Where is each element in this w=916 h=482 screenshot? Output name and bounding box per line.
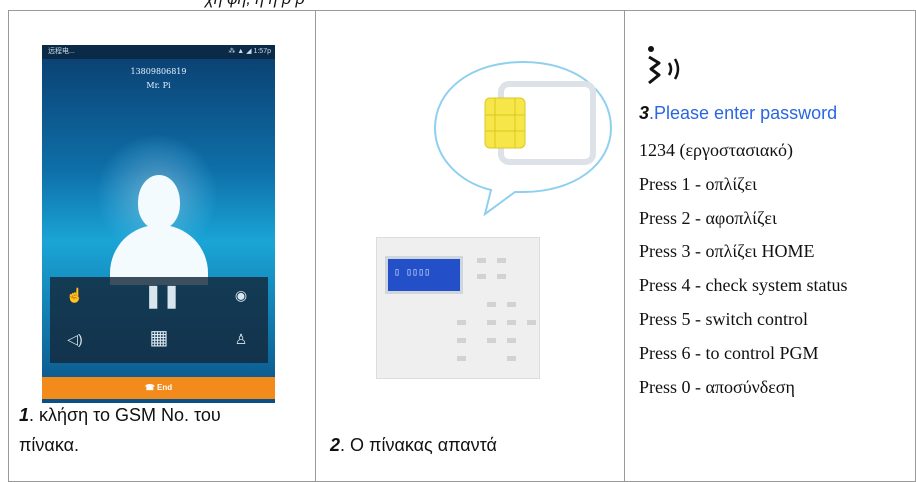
command-list: 1234 (εργοστασιακό) Press 1 - οπλίζει Pr… (639, 134, 847, 404)
panel-key (497, 258, 506, 263)
command-line: Press 2 - αφοπλίζει (639, 207, 777, 228)
phone-status-bar: 远程电... ⁂ ▲ ◢ 1:57p (42, 45, 275, 59)
step-1-caption-line1: 1. κλήση το GSM No. του (19, 402, 221, 429)
panel-key (497, 274, 506, 279)
command-line: Press 0 - αποσύνδεση (639, 376, 795, 397)
alarm-panel-image: ▯ ▯▯▯▯ (376, 237, 540, 379)
panel-key (487, 302, 496, 307)
panel-lcd: ▯ ▯▯▯▯ (385, 256, 463, 294)
add-call-icon[interactable]: ☝ (60, 287, 90, 304)
password-prompt: 3.Please enter password (639, 103, 837, 124)
step-1-caption-line2: πίνακα. (19, 435, 80, 455)
panel-key (507, 338, 516, 343)
command-line: 1234 (εργοστασιακό) (639, 140, 794, 160)
command-line: Press 6 - to control PGM (639, 342, 819, 363)
command-line: Press 4 - check system status (639, 275, 848, 296)
lcd-text: ▯ ▯▯▯▯ (394, 267, 431, 278)
status-carrier: 远程电... (48, 48, 75, 55)
step-1-cell: 远程电... ⁂ ▲ ◢ 1:57p 13809806819 Mr. Pi ☝ … (8, 10, 316, 482)
panel-key (477, 258, 486, 263)
panel-key (487, 338, 496, 343)
panel-key (507, 320, 516, 325)
end-call-button[interactable]: ☎ End (42, 377, 275, 399)
step-2-number: 2 (330, 435, 341, 455)
cut-off-heading: χη φή, ή ή ρ ρ (205, 0, 305, 9)
command-line: Press 1 - οπλίζει (639, 173, 758, 194)
panel-key (477, 274, 486, 279)
step-2-caption: 2. Ο πίνακας απαντά (330, 435, 497, 456)
panel-key (507, 302, 516, 307)
step-1-number: 1 (19, 405, 30, 425)
step-2-cell: ▯ ▯▯▯▯ 2. Ο πίνακας απαντά (315, 10, 625, 482)
instruction-table: 远程电... ⁂ ▲ ◢ 1:57p 13809806819 Mr. Pi ☝ … (8, 10, 916, 482)
speech-bubble-sim-icon (433, 60, 613, 217)
caller-name: Mr. Pi (146, 81, 171, 90)
command-line: Press 5 - switch control (639, 308, 808, 329)
keypad-icon[interactable]: ▦ (144, 325, 174, 350)
panel-key (487, 320, 496, 325)
contacts-icon[interactable]: ♙ (226, 331, 256, 348)
pause-icon[interactable]: ❚❚ (144, 283, 181, 309)
status-icons: ⁂ ▲ ◢ 1:57p (228, 48, 271, 55)
speaking-head-icon (648, 46, 680, 85)
speaker-icon[interactable]: ◁) (60, 331, 90, 348)
step-3-number: 3 (639, 103, 650, 123)
step-1-text: . κλήση το GSM No. του (29, 405, 221, 425)
password-prompt-text: .Please enter password (649, 103, 838, 123)
panel-key (457, 356, 466, 361)
step-2-text: . Ο πίνακας απαντά (340, 435, 497, 455)
avatar-head (138, 175, 180, 229)
caller-number: 13809806819 (130, 67, 187, 76)
call-controls-panel: ☝ ❚❚ ◉ ◁) ▦ ♙ (50, 277, 268, 363)
phone-call-screenshot: 远程电... ⁂ ▲ ◢ 1:57p 13809806819 Mr. Pi ☝ … (42, 45, 275, 403)
record-icon[interactable]: ◉ (226, 287, 256, 304)
panel-key (457, 320, 466, 325)
panel-key (527, 320, 536, 325)
panel-key (457, 338, 466, 343)
step-3-cell: 3.Please enter password 1234 (εργοστασια… (624, 10, 916, 482)
command-line: Press 3 - οπλίζει HOME (639, 241, 815, 262)
panel-key (507, 356, 516, 361)
